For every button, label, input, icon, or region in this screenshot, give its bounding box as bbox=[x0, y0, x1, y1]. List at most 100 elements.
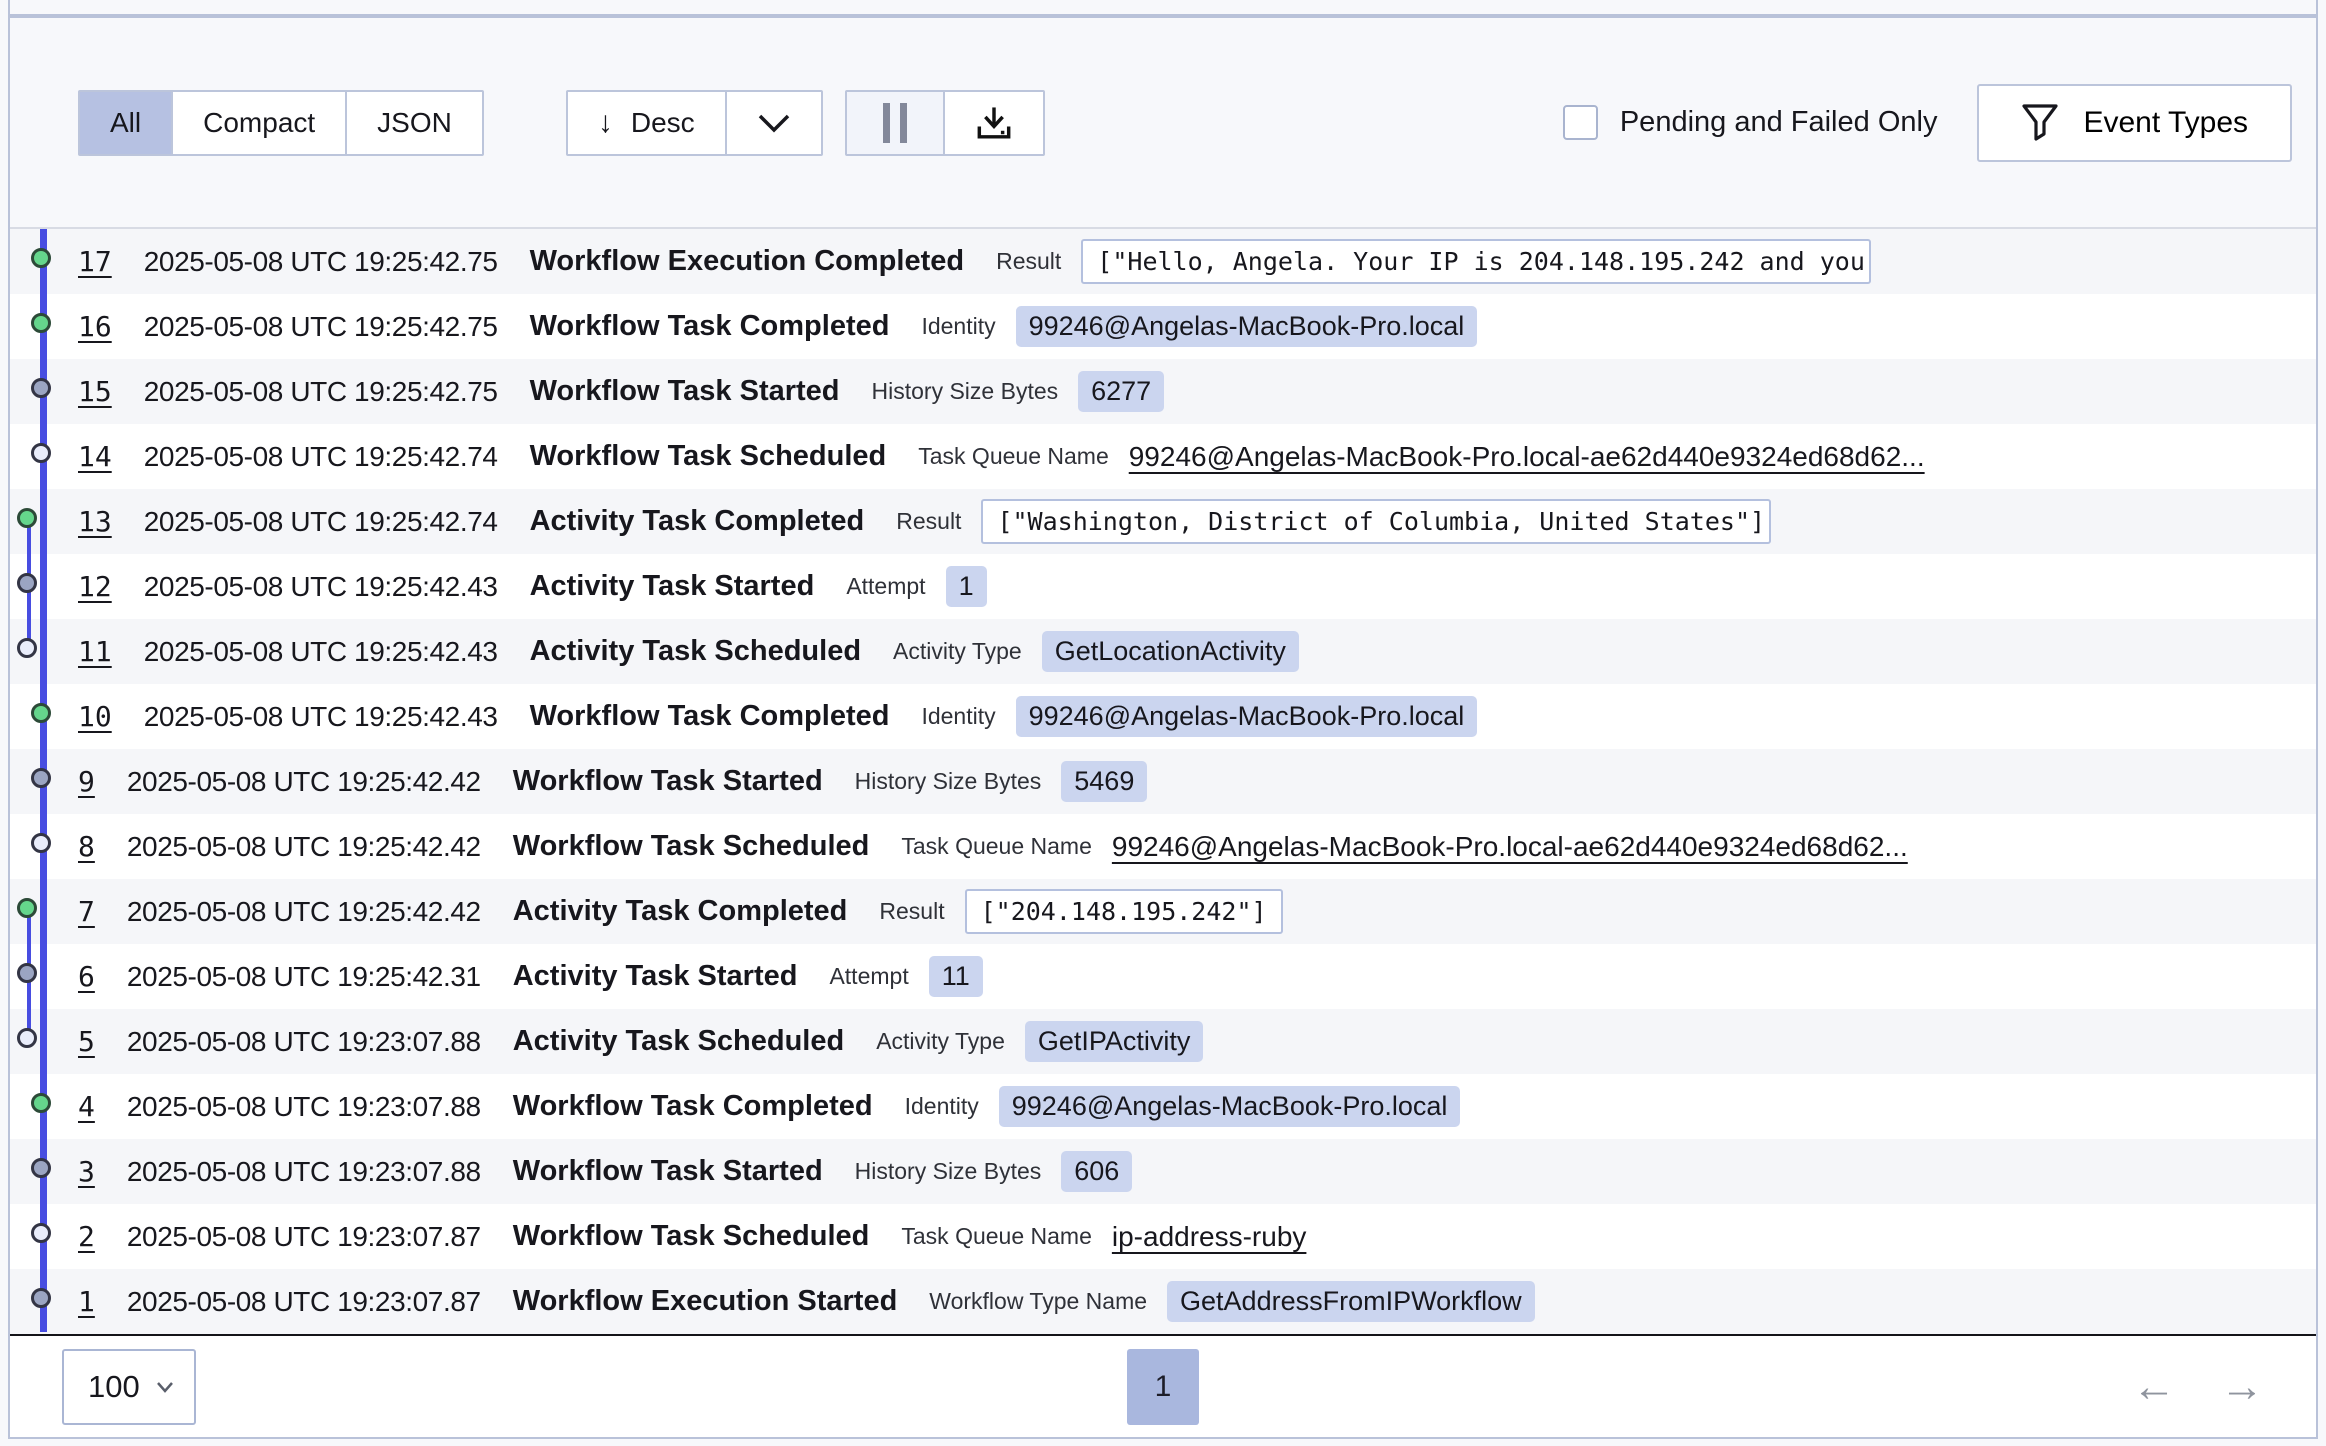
event-row[interactable]: 3 2025-05-08 UTC 19:23:07.88 Workflow Ta… bbox=[10, 1139, 2316, 1204]
event-row[interactable]: 7 2025-05-08 UTC 19:25:42.42 Activity Ta… bbox=[10, 879, 2316, 944]
event-attr-label: Result bbox=[896, 508, 961, 535]
event-id-link[interactable]: 6 bbox=[78, 960, 95, 993]
playback-button-group bbox=[845, 90, 1045, 156]
event-row[interactable]: 5 2025-05-08 UTC 19:23:07.88 Activity Ta… bbox=[10, 1009, 2316, 1074]
event-name: Activity Task Started bbox=[513, 960, 798, 993]
event-attribute: History Size Bytes 606 bbox=[855, 1151, 1133, 1192]
event-row[interactable]: 1 2025-05-08 UTC 19:23:07.87 Workflow Ex… bbox=[10, 1269, 2316, 1334]
view-mode-all-button[interactable]: All bbox=[80, 92, 173, 154]
event-timestamp: 2025-05-08 UTC 19:25:42.42 bbox=[127, 766, 481, 798]
event-id-link[interactable]: 2 bbox=[78, 1220, 95, 1253]
next-page-button[interactable]: → bbox=[2220, 1365, 2264, 1409]
event-attr-value: 6277 bbox=[1078, 371, 1164, 412]
top-strip bbox=[10, 0, 2316, 14]
event-timestamp: 2025-05-08 UTC 19:25:42.43 bbox=[144, 636, 498, 668]
event-row[interactable]: 14 2025-05-08 UTC 19:25:42.74 Workflow T… bbox=[10, 424, 2316, 489]
event-attr-label: Identity bbox=[921, 703, 995, 730]
event-attribute: Result ["Washington, District of Columbi… bbox=[896, 499, 1771, 544]
arrow-left-icon: ← bbox=[2132, 1362, 2176, 1411]
event-row[interactable]: 9 2025-05-08 UTC 19:25:42.42 Workflow Ta… bbox=[10, 749, 2316, 814]
event-row[interactable]: 8 2025-05-08 UTC 19:25:42.42 Workflow Ta… bbox=[10, 814, 2316, 879]
event-id-link[interactable]: 3 bbox=[78, 1155, 95, 1188]
event-id-link[interactable]: 1 bbox=[78, 1285, 95, 1318]
event-attr-label: Identity bbox=[921, 313, 995, 340]
event-timestamp: 2025-05-08 UTC 19:23:07.88 bbox=[127, 1156, 481, 1188]
event-status-dot bbox=[31, 443, 51, 463]
event-name: Workflow Task Scheduled bbox=[513, 830, 870, 863]
select-chevron-icon bbox=[156, 1381, 174, 1393]
event-row[interactable]: 16 2025-05-08 UTC 19:25:42.75 Workflow T… bbox=[10, 294, 2316, 359]
view-mode-json-button[interactable]: JSON bbox=[347, 92, 482, 154]
event-status-dot bbox=[31, 313, 51, 333]
event-attribute: Task Queue Name 99246@Angelas-MacBook-Pr… bbox=[918, 441, 1924, 473]
event-id-link[interactable]: 17 bbox=[78, 245, 112, 278]
event-row[interactable]: 6 2025-05-08 UTC 19:25:42.31 Activity Ta… bbox=[10, 944, 2316, 1009]
event-attr-value: 99246@Angelas-MacBook-Pro.local bbox=[1016, 696, 1478, 737]
event-status-dot bbox=[31, 1223, 51, 1243]
event-attribute: Result ["Hello, Angela. Your IP is 204.1… bbox=[996, 239, 1871, 284]
sort-order-button[interactable]: ↓ Desc bbox=[568, 92, 727, 154]
pending-failed-label: Pending and Failed Only bbox=[1620, 106, 1938, 139]
pagination-arrows: ← → bbox=[2132, 1365, 2264, 1409]
event-attr-label: Task Queue Name bbox=[901, 1223, 1091, 1250]
event-row[interactable]: 2 2025-05-08 UTC 19:23:07.87 Workflow Ta… bbox=[10, 1204, 2316, 1269]
event-attr-value: GetAddressFromIPWorkflow bbox=[1167, 1281, 1535, 1322]
current-page-button[interactable]: 1 bbox=[1127, 1349, 1199, 1425]
event-attr-label: Activity Type bbox=[876, 1028, 1005, 1055]
pagination-bar: 100 1 ← → bbox=[10, 1336, 2316, 1437]
event-attr-value[interactable]: 99246@Angelas-MacBook-Pro.local-ae62d440… bbox=[1112, 831, 1908, 863]
event-id-link[interactable]: 11 bbox=[78, 635, 112, 668]
sort-options-dropdown-button[interactable] bbox=[727, 92, 821, 154]
event-name: Workflow Task Scheduled bbox=[530, 440, 887, 473]
pending-failed-checkbox[interactable] bbox=[1563, 105, 1598, 140]
event-attr-value: 5469 bbox=[1061, 761, 1147, 802]
event-timestamp: 2025-05-08 UTC 19:25:42.43 bbox=[144, 571, 498, 603]
event-timestamp: 2025-05-08 UTC 19:25:42.42 bbox=[127, 896, 481, 928]
event-attr-label: History Size Bytes bbox=[855, 768, 1042, 795]
event-row[interactable]: 11 2025-05-08 UTC 19:25:42.43 Activity T… bbox=[10, 619, 2316, 684]
event-id-link[interactable]: 14 bbox=[78, 440, 112, 473]
event-timestamp: 2025-05-08 UTC 19:23:07.88 bbox=[127, 1026, 481, 1058]
event-attribute: Activity Type GetLocationActivity bbox=[893, 631, 1299, 672]
previous-page-button[interactable]: ← bbox=[2132, 1365, 2176, 1409]
event-id-link[interactable]: 12 bbox=[78, 570, 112, 603]
pause-button[interactable] bbox=[847, 92, 945, 154]
event-timestamp: 2025-05-08 UTC 19:23:07.87 bbox=[127, 1221, 481, 1253]
event-attr-value[interactable]: 99246@Angelas-MacBook-Pro.local-ae62d440… bbox=[1129, 441, 1925, 473]
event-row[interactable]: 15 2025-05-08 UTC 19:25:42.75 Workflow T… bbox=[10, 359, 2316, 424]
event-row[interactable]: 10 2025-05-08 UTC 19:25:42.43 Workflow T… bbox=[10, 684, 2316, 749]
event-row[interactable]: 17 2025-05-08 UTC 19:25:42.75 Workflow E… bbox=[10, 229, 2316, 294]
event-id-link[interactable]: 13 bbox=[78, 505, 112, 538]
event-id-link[interactable]: 16 bbox=[78, 310, 112, 343]
event-attribute: Identity 99246@Angelas-MacBook-Pro.local bbox=[905, 1086, 1461, 1127]
event-status-dot bbox=[31, 248, 51, 268]
event-timestamp: 2025-05-08 UTC 19:23:07.88 bbox=[127, 1091, 481, 1123]
event-status-dot bbox=[31, 703, 51, 723]
event-id-link[interactable]: 5 bbox=[78, 1025, 95, 1058]
event-row[interactable]: 13 2025-05-08 UTC 19:25:42.74 Activity T… bbox=[10, 489, 2316, 554]
event-id-link[interactable]: 4 bbox=[78, 1090, 95, 1123]
event-id-link[interactable]: 10 bbox=[78, 700, 112, 733]
pause-icon bbox=[883, 103, 907, 143]
event-types-button[interactable]: Event Types bbox=[1977, 84, 2292, 162]
event-id-link[interactable]: 8 bbox=[78, 830, 95, 863]
view-mode-compact-button[interactable]: Compact bbox=[173, 92, 347, 154]
arrow-down-icon: ↓ bbox=[598, 108, 613, 138]
download-button[interactable] bbox=[945, 92, 1043, 154]
event-id-link[interactable]: 9 bbox=[78, 765, 95, 798]
event-id-link[interactable]: 15 bbox=[78, 375, 112, 408]
page-size-select[interactable]: 100 bbox=[62, 1349, 196, 1425]
event-status-dot bbox=[17, 573, 37, 593]
event-id-link[interactable]: 7 bbox=[78, 895, 95, 928]
event-row[interactable]: 4 2025-05-08 UTC 19:23:07.88 Workflow Ta… bbox=[10, 1074, 2316, 1139]
event-attribute: Workflow Type Name GetAddressFromIPWorkf… bbox=[929, 1281, 1534, 1322]
event-attribute: Identity 99246@Angelas-MacBook-Pro.local bbox=[921, 306, 1477, 347]
page-size-value: 100 bbox=[88, 1369, 140, 1405]
event-status-dot bbox=[31, 833, 51, 853]
filter-funnel-icon bbox=[2021, 103, 2059, 143]
event-attribute: Task Queue Name 99246@Angelas-MacBook-Pr… bbox=[901, 831, 1907, 863]
event-status-dot bbox=[31, 1158, 51, 1178]
event-timestamp: 2025-05-08 UTC 19:25:42.75 bbox=[144, 246, 498, 278]
event-row[interactable]: 12 2025-05-08 UTC 19:25:42.43 Activity T… bbox=[10, 554, 2316, 619]
event-attr-value[interactable]: ip-address-ruby bbox=[1112, 1221, 1307, 1253]
